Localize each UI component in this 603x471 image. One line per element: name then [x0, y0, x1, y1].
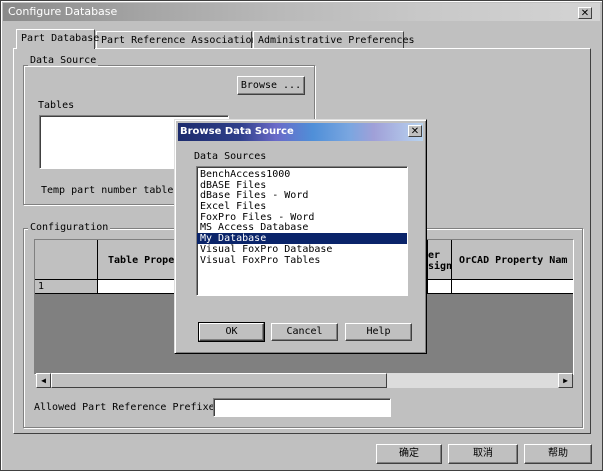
- tab-label: Part Reference Associations: [101, 35, 264, 46]
- column-header-label: OrCAD Property Nam: [459, 255, 568, 266]
- list-item-selected[interactable]: My Database: [197, 233, 407, 244]
- close-icon: ✕: [580, 8, 590, 19]
- help-button[interactable]: 帮助: [524, 444, 592, 464]
- ok-button[interactable]: 确定: [376, 444, 442, 464]
- window-title: Configure Database: [8, 5, 118, 18]
- arrow-right-icon: ▶: [563, 376, 568, 385]
- dialog-help-button[interactable]: Help: [345, 323, 412, 341]
- configuration-group-label: Configuration: [28, 222, 111, 233]
- allowed-prefixes-input[interactable]: [213, 398, 391, 417]
- column-header-label: er sign: [428, 250, 452, 272]
- list-item[interactable]: Excel Files: [197, 201, 407, 212]
- tab-label: Part Database: [21, 33, 100, 44]
- dialog-cancel-button[interactable]: Cancel: [271, 323, 338, 341]
- arrow-left-icon: ◀: [41, 376, 46, 385]
- list-item[interactable]: FoxPro Files - Word: [197, 212, 407, 223]
- grid-corner: [35, 240, 98, 280]
- list-item[interactable]: dBASE Files: [197, 180, 407, 191]
- data-sources-list[interactable]: BenchAccess1000 dBASE Files dBase Files …: [196, 166, 408, 296]
- list-item[interactable]: Visual FoxPro Tables: [197, 255, 407, 266]
- tables-label: Tables: [38, 100, 75, 111]
- scroll-left-button[interactable]: ◀: [36, 373, 51, 388]
- close-icon: ✕: [410, 126, 420, 137]
- list-item[interactable]: MS Access Database: [197, 222, 407, 234]
- data-source-group-label: Data Source: [28, 55, 99, 66]
- allowed-prefixes-label: Allowed Part Reference Prefixes :: [34, 402, 233, 413]
- window-titlebar[interactable]: Configure Database: [3, 3, 600, 21]
- scroll-thumb[interactable]: [51, 373, 387, 388]
- dialog-close-button[interactable]: ✕: [408, 125, 422, 137]
- list-item[interactable]: dBase Files - Word: [197, 190, 407, 202]
- list-item[interactable]: BenchAccess1000: [197, 169, 407, 180]
- dialog-ok-button[interactable]: OK: [198, 322, 265, 342]
- column-header-label: Table Prope: [108, 255, 175, 266]
- browse-data-source-dialog: Browse Data Source ✕ Data Sources BenchA…: [174, 119, 427, 354]
- grid-horizontal-scrollbar[interactable]: ◀ ▶: [36, 373, 573, 388]
- tab-label: Administrative Preferences: [258, 35, 415, 46]
- column-header-orcad-property-name[interactable]: OrCAD Property Nam: [452, 240, 573, 280]
- browse-button[interactable]: Browse ...: [237, 76, 305, 95]
- tab-administrative-preferences[interactable]: Administrative Preferences: [253, 31, 415, 48]
- scroll-right-button[interactable]: ▶: [558, 373, 573, 388]
- window-close-button[interactable]: ✕: [578, 7, 592, 19]
- tab-part-reference-associations[interactable]: Part Reference Associations: [96, 31, 264, 48]
- row-header[interactable]: 1: [35, 280, 98, 294]
- grid-cell[interactable]: [428, 280, 452, 294]
- list-item[interactable]: Visual FoxPro Database: [197, 244, 407, 255]
- tab-part-database[interactable]: Part Database: [16, 29, 99, 49]
- dialog-titlebar[interactable]: Browse Data Source: [178, 123, 423, 141]
- data-sources-label: Data Sources: [194, 151, 267, 162]
- column-header-order-design[interactable]: er sign: [428, 240, 452, 280]
- dialog-title: Browse Data Source: [180, 126, 294, 137]
- grid-cell[interactable]: [452, 280, 573, 294]
- temp-part-number-label: Temp part number table: [41, 185, 174, 196]
- row-number: 1: [38, 281, 45, 292]
- cancel-button[interactable]: 取消: [448, 444, 518, 464]
